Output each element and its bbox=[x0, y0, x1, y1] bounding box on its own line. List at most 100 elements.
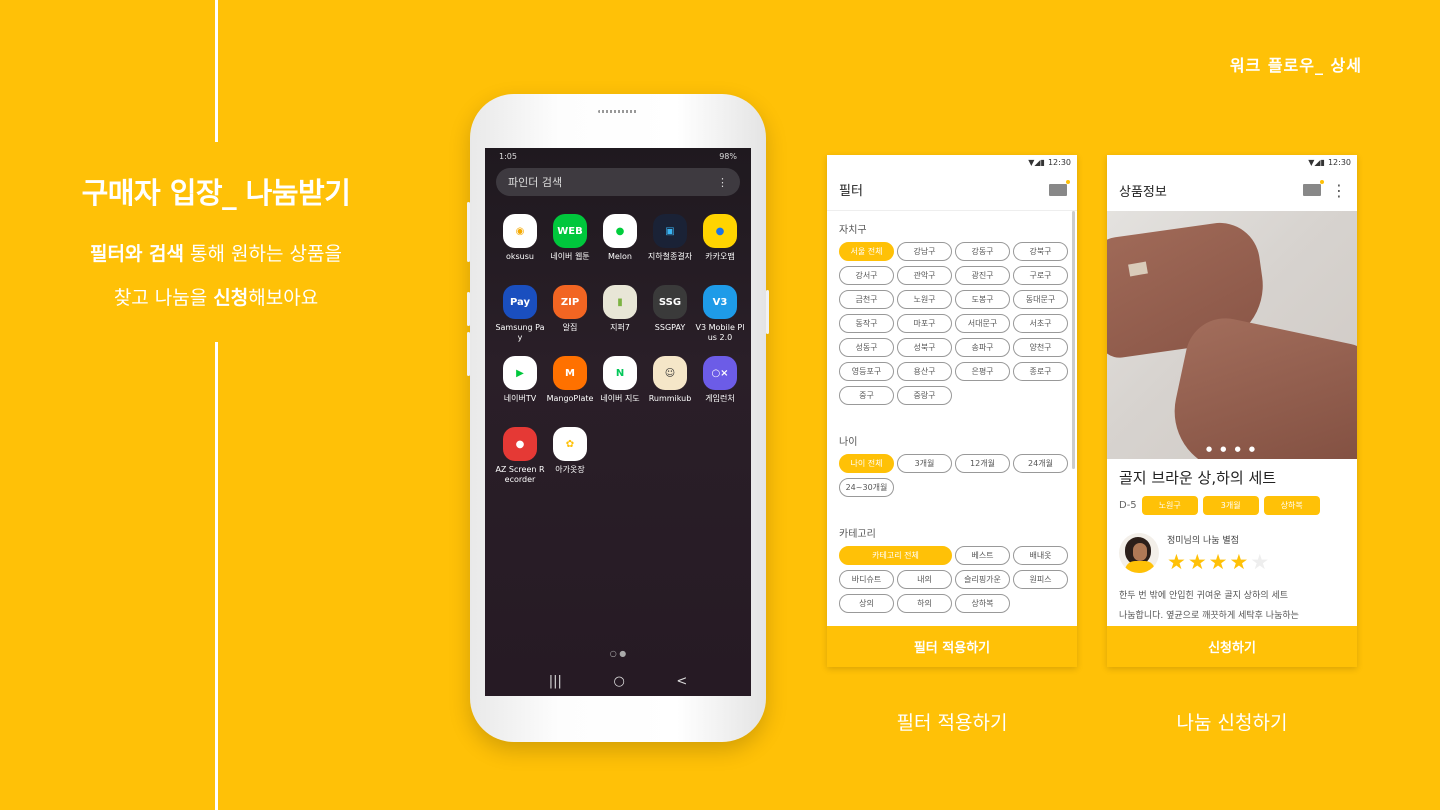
filter-chip[interactable]: 중구 bbox=[839, 386, 894, 405]
apply-filter-button[interactable]: 필터 적용하기 bbox=[827, 626, 1077, 667]
status-time: 12:30 bbox=[1327, 157, 1351, 167]
category-section-title: 카테고리 bbox=[839, 529, 876, 540]
phone-mockup: 1:05 98% 파인더 검색 ⋮ ◉ oksusu WEB 네이버 웹툰 ● Melon… bbox=[467, 94, 769, 742]
bixby-button bbox=[467, 292, 470, 326]
alzip-icon: ZIP bbox=[553, 285, 587, 319]
filter-chip[interactable]: 동대문구 bbox=[1013, 290, 1068, 309]
review-title: 정미님의 나눔 별점 bbox=[1167, 536, 1239, 546]
filter-chip[interactable]: 관악구 bbox=[897, 266, 952, 285]
navermap-icon: N bbox=[603, 356, 637, 390]
navigation-bar: ||| ○ < bbox=[485, 666, 751, 696]
apply-share-button[interactable]: 신청하기 bbox=[1107, 626, 1357, 667]
power-button bbox=[766, 290, 769, 334]
app-shortcut[interactable]: ▮ 지퍼7 bbox=[595, 285, 645, 347]
filter-chip[interactable]: 상의 bbox=[839, 594, 894, 613]
description-line: 한두 번 밖에 안입힌 귀여운 골지 상하의 세트 bbox=[1119, 591, 1289, 601]
app-shortcut[interactable]: N 네이버 지도 bbox=[595, 356, 645, 418]
filter-chip[interactable]: 서초구 bbox=[1013, 314, 1068, 333]
app-shortcut[interactable]: ▶ 네이버TV bbox=[495, 356, 545, 418]
filter-chip[interactable]: 은평구 bbox=[955, 362, 1010, 381]
filter-chip[interactable]: 강동구 bbox=[955, 242, 1010, 261]
star-icon: ★ bbox=[1208, 550, 1230, 574]
app-shortcut[interactable]: V3 V3 Mobile Plus 2.0 bbox=[695, 285, 745, 347]
product-photo[interactable]: ● ● ● ● bbox=[1107, 211, 1357, 459]
scrollbar[interactable] bbox=[1072, 211, 1075, 469]
filter-chip[interactable]: 슬리핑가운 bbox=[955, 570, 1010, 589]
mail-icon[interactable] bbox=[1049, 179, 1070, 196]
more-menu-icon[interactable]: ⋮ bbox=[717, 176, 728, 189]
rummikub-icon: ☺ bbox=[653, 356, 687, 390]
app-shortcut[interactable]: ○× 게임런처 bbox=[695, 356, 745, 418]
filter-chip[interactable]: 성북구 bbox=[897, 338, 952, 357]
filter-chip[interactable]: 서대문구 bbox=[955, 314, 1010, 333]
app-label: oksusu bbox=[505, 252, 534, 261]
app-label: SSGPAY bbox=[654, 323, 686, 332]
app-label: AZ Screen Recorder bbox=[495, 465, 545, 484]
filter-chip[interactable]: 강서구 bbox=[839, 266, 894, 285]
star-icon: ★ bbox=[1250, 550, 1272, 574]
app-shortcut[interactable]: WEB 네이버 웹툰 bbox=[545, 214, 595, 276]
oksusu-icon: ◉ bbox=[503, 214, 537, 248]
more-menu-icon[interactable]: ⋮ bbox=[1331, 181, 1347, 200]
filter-chip[interactable]: 성동구 bbox=[839, 338, 894, 357]
filter-chip[interactable]: 도봉구 bbox=[955, 290, 1010, 309]
game-launcher-icon: ○× bbox=[703, 356, 737, 390]
app-shortcut[interactable]: SSG SSGPAY bbox=[645, 285, 695, 347]
filter-chip[interactable]: 카테고리 전체 bbox=[839, 546, 952, 565]
filter-caption: 필터 적용하기 bbox=[896, 712, 1008, 734]
filter-chip[interactable]: 3개월 bbox=[897, 454, 952, 473]
star-rating: ★★★★★ bbox=[1167, 550, 1271, 574]
filter-chip[interactable]: 용산구 bbox=[897, 362, 952, 381]
filter-chip[interactable]: 원피스 bbox=[1013, 570, 1068, 589]
filter-chip[interactable]: 노원구 bbox=[897, 290, 952, 309]
filter-chip[interactable]: 양천구 bbox=[1013, 338, 1068, 357]
filter-chip[interactable]: 송파구 bbox=[955, 338, 1010, 357]
filter-chip[interactable]: 12개월 bbox=[955, 454, 1010, 473]
app-shortcut[interactable]: ✿ 아가옷장 bbox=[545, 427, 595, 489]
app-shortcut[interactable]: ● AZ Screen Recorder bbox=[495, 427, 545, 489]
product-description: 한두 번 밖에 안입힌 귀여운 골지 상하의 세트 나눔합니다. 옆균으로 깨끗… bbox=[1107, 574, 1357, 626]
filter-chip[interactable]: 광진구 bbox=[955, 266, 1010, 285]
filter-chip[interactable]: 동작구 bbox=[839, 314, 894, 333]
filter-chip[interactable]: 24~30개월 bbox=[839, 478, 894, 497]
filter-chip[interactable]: 구로구 bbox=[1013, 266, 1068, 285]
age-chips: 나이 전체 3개월 12개월 24개월 24~30개월 bbox=[839, 454, 1068, 497]
filter-chip[interactable]: 강남구 bbox=[897, 242, 952, 261]
filter-chip[interactable]: 종로구 bbox=[1013, 362, 1068, 381]
app-shortcut[interactable]: ☺ Rummikub bbox=[645, 356, 695, 418]
app-shortcut[interactable]: ● Melon bbox=[595, 214, 645, 276]
recent-apps-icon[interactable]: ||| bbox=[549, 674, 562, 689]
filter-chip[interactable]: 24개월 bbox=[1013, 454, 1068, 473]
filter-chip[interactable]: 중랑구 bbox=[897, 386, 952, 405]
filter-chip[interactable]: 내의 bbox=[897, 570, 952, 589]
filter-chip[interactable]: 강북구 bbox=[1013, 242, 1068, 261]
filter-chip[interactable]: 영등포구 bbox=[839, 362, 894, 381]
filter-chip[interactable]: 나이 전체 bbox=[839, 454, 894, 473]
app-label: Melon bbox=[607, 252, 632, 261]
age-section-title: 나이 bbox=[839, 437, 858, 448]
filter-chip[interactable]: 하의 bbox=[897, 594, 952, 613]
filter-chip[interactable]: 마포구 bbox=[897, 314, 952, 333]
home-icon[interactable]: ○ bbox=[613, 674, 624, 689]
app-shortcut[interactable]: M MangoPlate bbox=[545, 356, 595, 418]
app-shortcut[interactable]: ▣ 지하철종결자 bbox=[645, 214, 695, 276]
product-tag: 노원구 bbox=[1141, 496, 1198, 515]
app-shortcut[interactable]: Pay Samsung Pay bbox=[495, 285, 545, 347]
app-shortcut[interactable]: ZIP 알집 bbox=[545, 285, 595, 347]
filter-chip[interactable]: 서울 전체 bbox=[839, 242, 894, 261]
filter-chip[interactable]: 베스트 bbox=[955, 546, 1010, 565]
samsung-pay-icon: Pay bbox=[503, 285, 537, 319]
back-icon[interactable]: < bbox=[676, 674, 687, 689]
finder-search-bar[interactable]: 파인더 검색 ⋮ bbox=[496, 168, 740, 196]
app-shortcut[interactable]: ◉ oksusu bbox=[495, 214, 545, 276]
filter-chip[interactable]: 배내옷 bbox=[1013, 546, 1068, 565]
app-label: 아가옷장 bbox=[555, 465, 585, 474]
app-shortcut[interactable]: ● 카카오맵 bbox=[695, 214, 745, 276]
filter-chip[interactable]: 바디슈트 bbox=[839, 570, 894, 589]
desc-text: 찾고 나눔을 bbox=[113, 287, 214, 309]
star-icon: ★ bbox=[1167, 550, 1188, 574]
desc-text: 통해 원하는 상품을 bbox=[184, 243, 342, 265]
filter-chip[interactable]: 금천구 bbox=[839, 290, 894, 309]
mail-icon[interactable] bbox=[1303, 180, 1324, 196]
filter-chip[interactable]: 상하복 bbox=[955, 594, 1010, 613]
